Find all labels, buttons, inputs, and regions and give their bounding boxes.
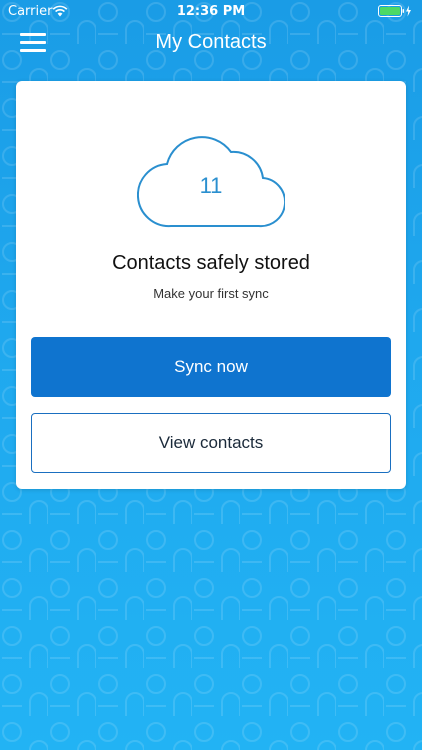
- contacts-card: 11 Contacts safely stored Make your firs…: [16, 81, 406, 489]
- page-title: My Contacts: [155, 31, 267, 53]
- contact-count: 11: [199, 173, 223, 198]
- sync-now-label: Sync now: [174, 357, 248, 376]
- status-bar: Carrier 12:36 PM: [0, 0, 422, 22]
- battery-charging-icon: [378, 5, 411, 17]
- card-subtitle: Make your first sync: [153, 286, 269, 301]
- navigation-bar: My Contacts: [0, 22, 422, 66]
- view-contacts-label: View contacts: [158, 433, 264, 452]
- view-contacts-button[interactable]: View contacts: [31, 413, 391, 473]
- sync-now-button[interactable]: Sync now: [31, 337, 391, 397]
- card-title: Contacts safely stored: [112, 252, 310, 274]
- status-time: 12:36 PM: [176, 4, 246, 19]
